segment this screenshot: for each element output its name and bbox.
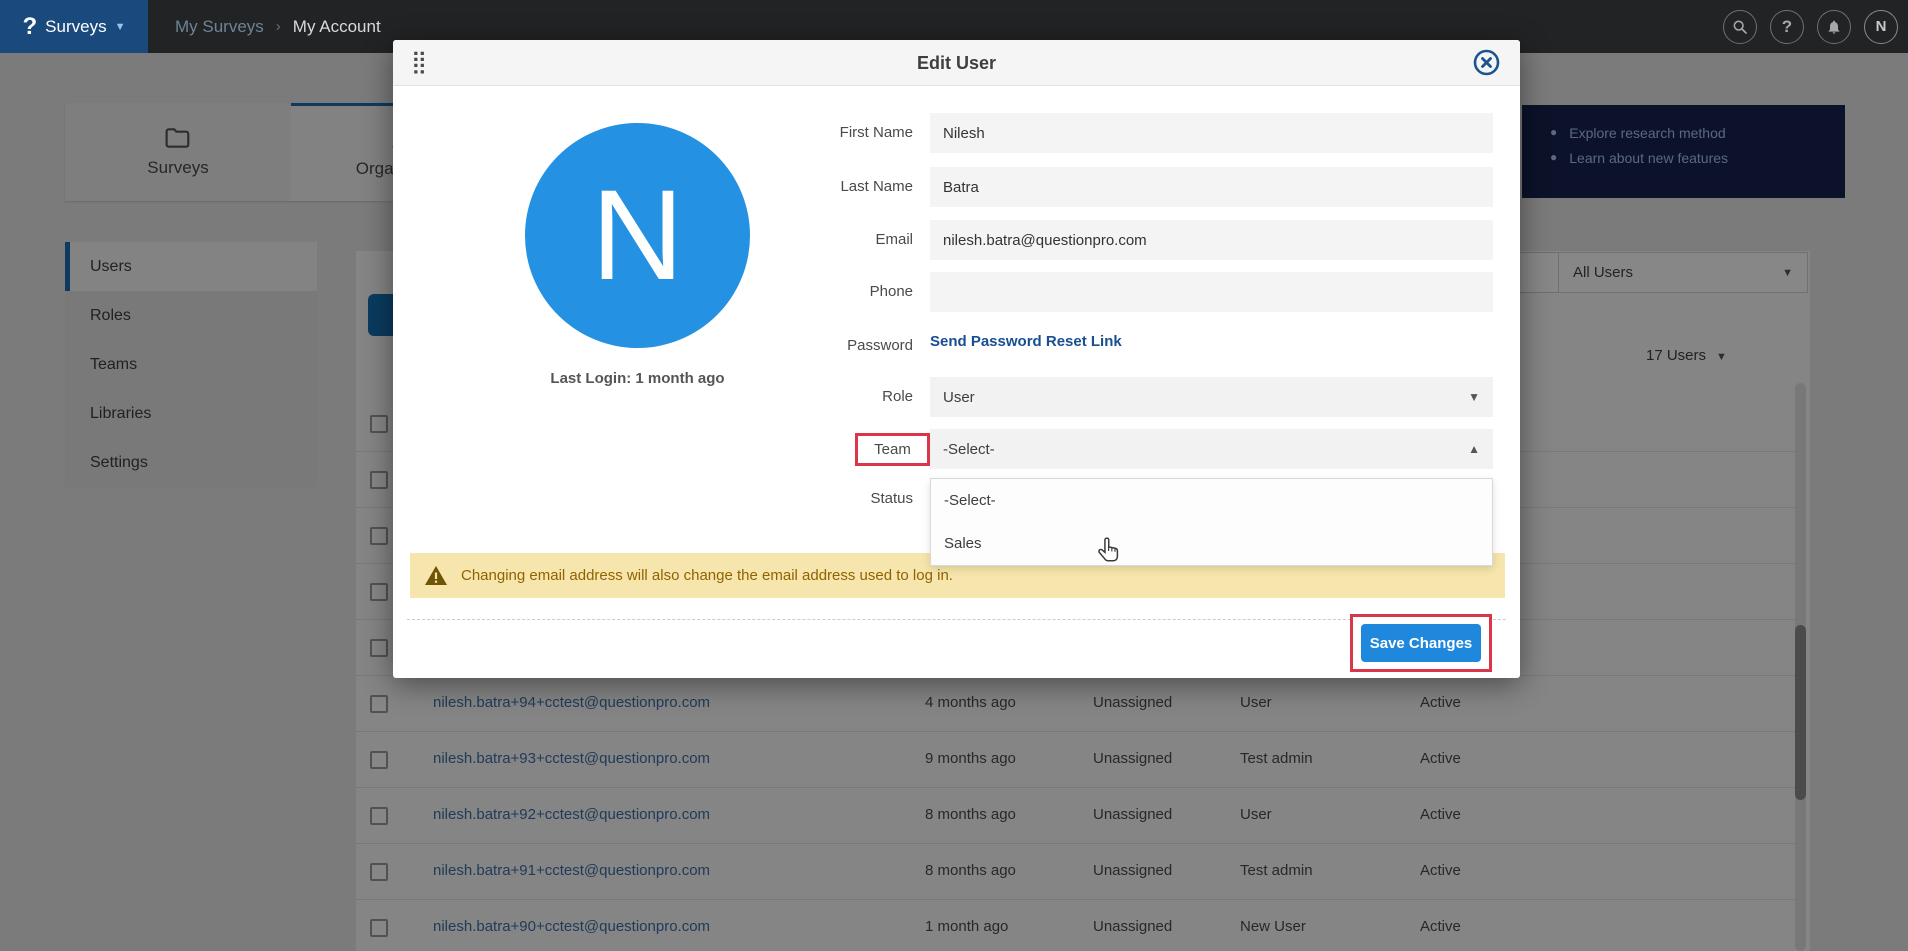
password-label: Password	[847, 337, 913, 354]
chevron-down-icon: ▼	[115, 21, 126, 33]
breadcrumb: My Surveys › My Account	[175, 0, 381, 53]
footer-divider	[407, 619, 1506, 620]
email-label: Email	[875, 231, 913, 248]
breadcrumb-separator-icon: ›	[276, 18, 281, 35]
team-label-annotation-box: Team	[855, 433, 930, 466]
help-icon[interactable]: ?	[1770, 10, 1804, 44]
first-name-label: First Name	[840, 124, 913, 141]
modal-header: ⣿ Edit User	[393, 40, 1520, 86]
team-option-sales[interactable]: Sales	[931, 522, 1492, 565]
team-option-select[interactable]: -Select-	[931, 479, 1492, 522]
chevron-up-icon: ▲	[1468, 442, 1480, 456]
first-name-row: First Name	[393, 113, 1520, 153]
close-icon[interactable]	[1473, 49, 1500, 76]
warning-text: Changing email address will also change …	[461, 567, 953, 584]
role-select-value: User	[943, 389, 975, 406]
product-switcher-label: Surveys	[45, 17, 106, 37]
email-field[interactable]	[930, 220, 1493, 260]
search-icon[interactable]	[1723, 10, 1757, 44]
team-select-value: -Select-	[943, 441, 995, 458]
role-label: Role	[882, 388, 913, 405]
questionpro-logo-icon: ?	[23, 13, 38, 41]
edit-user-modal: ⣿ Edit User N Last Login: 1 month ago Fi…	[393, 40, 1520, 678]
breadcrumb-my-surveys[interactable]: My Surveys	[175, 17, 264, 37]
last-name-field[interactable]	[930, 167, 1493, 207]
role-row: Role User ▼	[393, 377, 1520, 417]
phone-row: Phone	[393, 272, 1520, 312]
notifications-icon[interactable]	[1817, 10, 1851, 44]
send-password-reset-link[interactable]: Send Password Reset Link	[930, 333, 1122, 350]
user-avatar[interactable]: N	[1864, 10, 1898, 44]
team-select[interactable]: -Select- ▲	[930, 429, 1493, 469]
option-label: Sales	[944, 535, 982, 552]
save-changes-button[interactable]: Save Changes	[1361, 624, 1481, 662]
email-row: Email	[393, 220, 1520, 260]
last-name-row: Last Name	[393, 167, 1520, 207]
password-row: Password Send Password Reset Link	[393, 324, 1520, 364]
phone-field[interactable]	[930, 272, 1493, 312]
role-select[interactable]: User ▼	[930, 377, 1493, 417]
chevron-down-icon: ▼	[1468, 390, 1480, 404]
screen: ? Surveys ▼ My Surveys › My Account ? N	[0, 0, 1908, 951]
team-row: Team -Select- ▲	[393, 429, 1520, 469]
first-name-field[interactable]	[930, 113, 1493, 153]
product-switcher[interactable]: ? Surveys ▼	[0, 0, 148, 53]
team-label: Team	[874, 441, 911, 458]
phone-label: Phone	[870, 283, 913, 300]
status-label: Status	[870, 490, 913, 507]
breadcrumb-my-account: My Account	[293, 17, 381, 37]
user-avatar-initial: N	[1876, 18, 1887, 35]
save-button-annotation-box: Save Changes	[1350, 614, 1492, 672]
team-dropdown-panel: -Select- Sales	[930, 478, 1493, 566]
option-label: -Select-	[944, 492, 996, 509]
last-name-label: Last Name	[840, 178, 913, 195]
warning-icon	[424, 565, 448, 586]
topbar-icon-cluster: ? N	[1723, 0, 1898, 53]
modal-title: Edit User	[393, 40, 1520, 86]
